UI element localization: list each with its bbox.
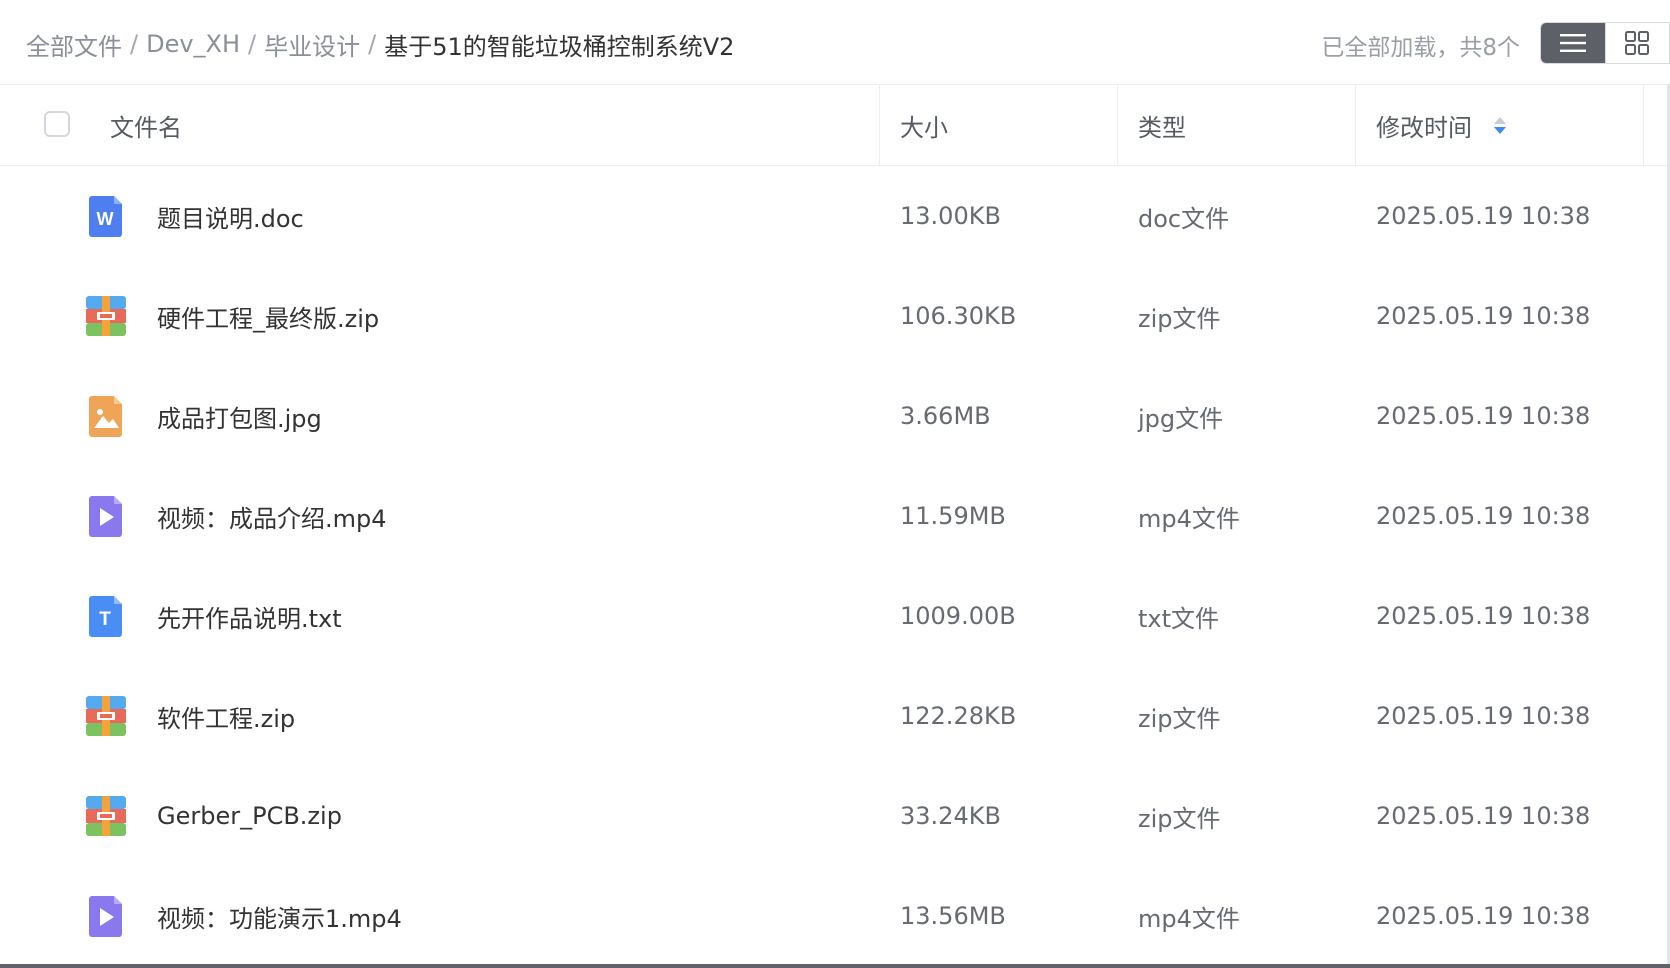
breadcrumb-current-folder: 基于51的智能垃圾桶控制系统V2 bbox=[384, 32, 735, 61]
file-mtime: 2025.05.19 10:38 bbox=[1376, 902, 1591, 930]
file-size: 13.00KB bbox=[900, 202, 1001, 230]
video-file-icon bbox=[89, 496, 122, 537]
breadcrumb-item-all-files[interactable]: 全部文件 bbox=[26, 27, 122, 62]
file-size: 1009.00B bbox=[900, 602, 1016, 630]
zip-archive-icon bbox=[86, 296, 126, 336]
column-divider[interactable] bbox=[1117, 85, 1118, 165]
view-toggle bbox=[1540, 22, 1670, 64]
list-view-button[interactable] bbox=[1541, 23, 1605, 63]
file-mtime: 2025.05.19 10:38 bbox=[1376, 602, 1591, 630]
breadcrumb-item-graduation-design[interactable]: 毕业设计 bbox=[264, 27, 360, 62]
file-name: 题目说明.doc bbox=[157, 204, 304, 233]
table-row[interactable]: Gerber_PCB.zip 33.24KB zip文件 2025.05.19 … bbox=[0, 766, 1670, 866]
file-name: Gerber_PCB.zip bbox=[157, 802, 342, 830]
column-divider[interactable] bbox=[879, 85, 880, 165]
file-name: 视频：成品介绍.mp4 bbox=[157, 504, 387, 533]
file-size: 3.66MB bbox=[900, 402, 991, 430]
table-row[interactable]: 视频：成品介绍.mp4 11.59MB mp4文件 2025.05.19 10:… bbox=[0, 466, 1670, 566]
file-type: mp4文件 bbox=[1138, 904, 1240, 933]
file-size: 106.30KB bbox=[900, 302, 1017, 330]
file-name: 先开作品说明.txt bbox=[157, 604, 342, 633]
breadcrumb: 全部文件 / Dev_XH / 毕业设计 / 基于51的智能垃圾桶控制系统V2 bbox=[26, 24, 734, 64]
load-status-text: 已全部加载，共8个 bbox=[1321, 35, 1520, 61]
file-type: zip文件 bbox=[1138, 704, 1221, 733]
table-row[interactable]: 软件工程.zip 122.28KB zip文件 2025.05.19 10:38 bbox=[0, 666, 1670, 766]
breadcrumb-separator: / bbox=[368, 30, 377, 58]
file-size: 33.24KB bbox=[900, 802, 1001, 830]
file-mtime: 2025.05.19 10:38 bbox=[1376, 502, 1591, 530]
file-name: 软件工程.zip bbox=[157, 704, 296, 733]
table-row[interactable]: 视频：功能演示1.mp4 13.56MB mp4文件 2025.05.19 10… bbox=[0, 866, 1670, 966]
breadcrumb-separator: / bbox=[130, 30, 139, 58]
column-divider[interactable] bbox=[1355, 85, 1356, 165]
file-mtime: 2025.05.19 10:38 bbox=[1376, 202, 1591, 230]
text-file-icon: T bbox=[89, 596, 122, 637]
video-file-icon bbox=[89, 896, 122, 937]
top-bar: 全部文件 / Dev_XH / 毕业设计 / 基于51的智能垃圾桶控制系统V2 … bbox=[0, 0, 1670, 84]
grid-icon bbox=[1625, 31, 1650, 55]
sort-up-arrow-icon bbox=[1494, 116, 1506, 124]
file-size: 13.56MB bbox=[900, 902, 1006, 930]
select-all-checkbox[interactable] bbox=[44, 111, 70, 137]
file-type: zip文件 bbox=[1138, 804, 1221, 833]
file-type: txt文件 bbox=[1138, 604, 1220, 633]
file-mtime: 2025.05.19 10:38 bbox=[1376, 702, 1591, 730]
file-name: 视频：功能演示1.mp4 bbox=[157, 904, 402, 933]
file-size: 11.59MB bbox=[900, 502, 1006, 530]
zip-archive-icon bbox=[86, 696, 126, 736]
column-header-name[interactable]: 文件名 bbox=[110, 85, 182, 165]
file-type: zip文件 bbox=[1138, 304, 1221, 333]
word-doc-icon: W bbox=[89, 196, 122, 237]
file-name: 成品打包图.jpg bbox=[157, 404, 322, 433]
svg-text:T: T bbox=[99, 609, 111, 630]
breadcrumb-separator: / bbox=[248, 30, 257, 58]
grid-view-button[interactable] bbox=[1604, 23, 1669, 63]
file-browser: 全部文件 / Dev_XH / 毕业设计 / 基于51的智能垃圾桶控制系统V2 … bbox=[0, 0, 1670, 968]
file-mtime: 2025.05.19 10:38 bbox=[1376, 802, 1591, 830]
breadcrumb-item-dev-xh[interactable]: Dev_XH bbox=[146, 30, 240, 58]
file-type: jpg文件 bbox=[1138, 404, 1224, 433]
image-file-icon bbox=[89, 396, 122, 437]
file-type: mp4文件 bbox=[1138, 504, 1240, 533]
table-header: 文件名 大小 类型 修改时间 bbox=[0, 84, 1670, 166]
file-list: W 题目说明.doc 13.00KB doc文件 2025.05.19 10:3… bbox=[0, 166, 1670, 966]
zip-archive-icon bbox=[86, 796, 126, 836]
bottom-border bbox=[0, 964, 1670, 968]
table-row[interactable]: W 题目说明.doc 13.00KB doc文件 2025.05.19 10:3… bbox=[0, 166, 1670, 266]
list-icon bbox=[1559, 34, 1586, 52]
column-divider[interactable] bbox=[1643, 85, 1644, 165]
table-row[interactable]: 成品打包图.jpg 3.66MB jpg文件 2025.05.19 10:38 bbox=[0, 366, 1670, 466]
file-type: doc文件 bbox=[1138, 204, 1230, 233]
file-name: 硬件工程_最终版.zip bbox=[157, 304, 380, 333]
file-mtime: 2025.05.19 10:38 bbox=[1376, 402, 1591, 430]
column-header-type[interactable]: 类型 bbox=[1138, 85, 1186, 165]
file-mtime: 2025.05.19 10:38 bbox=[1376, 302, 1591, 330]
table-row[interactable]: 硬件工程_最终版.zip 106.30KB zip文件 2025.05.19 1… bbox=[0, 266, 1670, 366]
column-header-size[interactable]: 大小 bbox=[900, 85, 948, 165]
file-size: 122.28KB bbox=[900, 702, 1017, 730]
table-row[interactable]: T 先开作品说明.txt 1009.00B txt文件 2025.05.19 1… bbox=[0, 566, 1670, 666]
column-header-mtime: 修改时间 bbox=[1376, 113, 1472, 142]
sort-desc-icon[interactable] bbox=[1494, 116, 1506, 134]
svg-text:W: W bbox=[97, 209, 114, 229]
sort-down-arrow-icon bbox=[1494, 126, 1506, 134]
column-header-mtime-wrap[interactable]: 修改时间 bbox=[1376, 85, 1506, 165]
